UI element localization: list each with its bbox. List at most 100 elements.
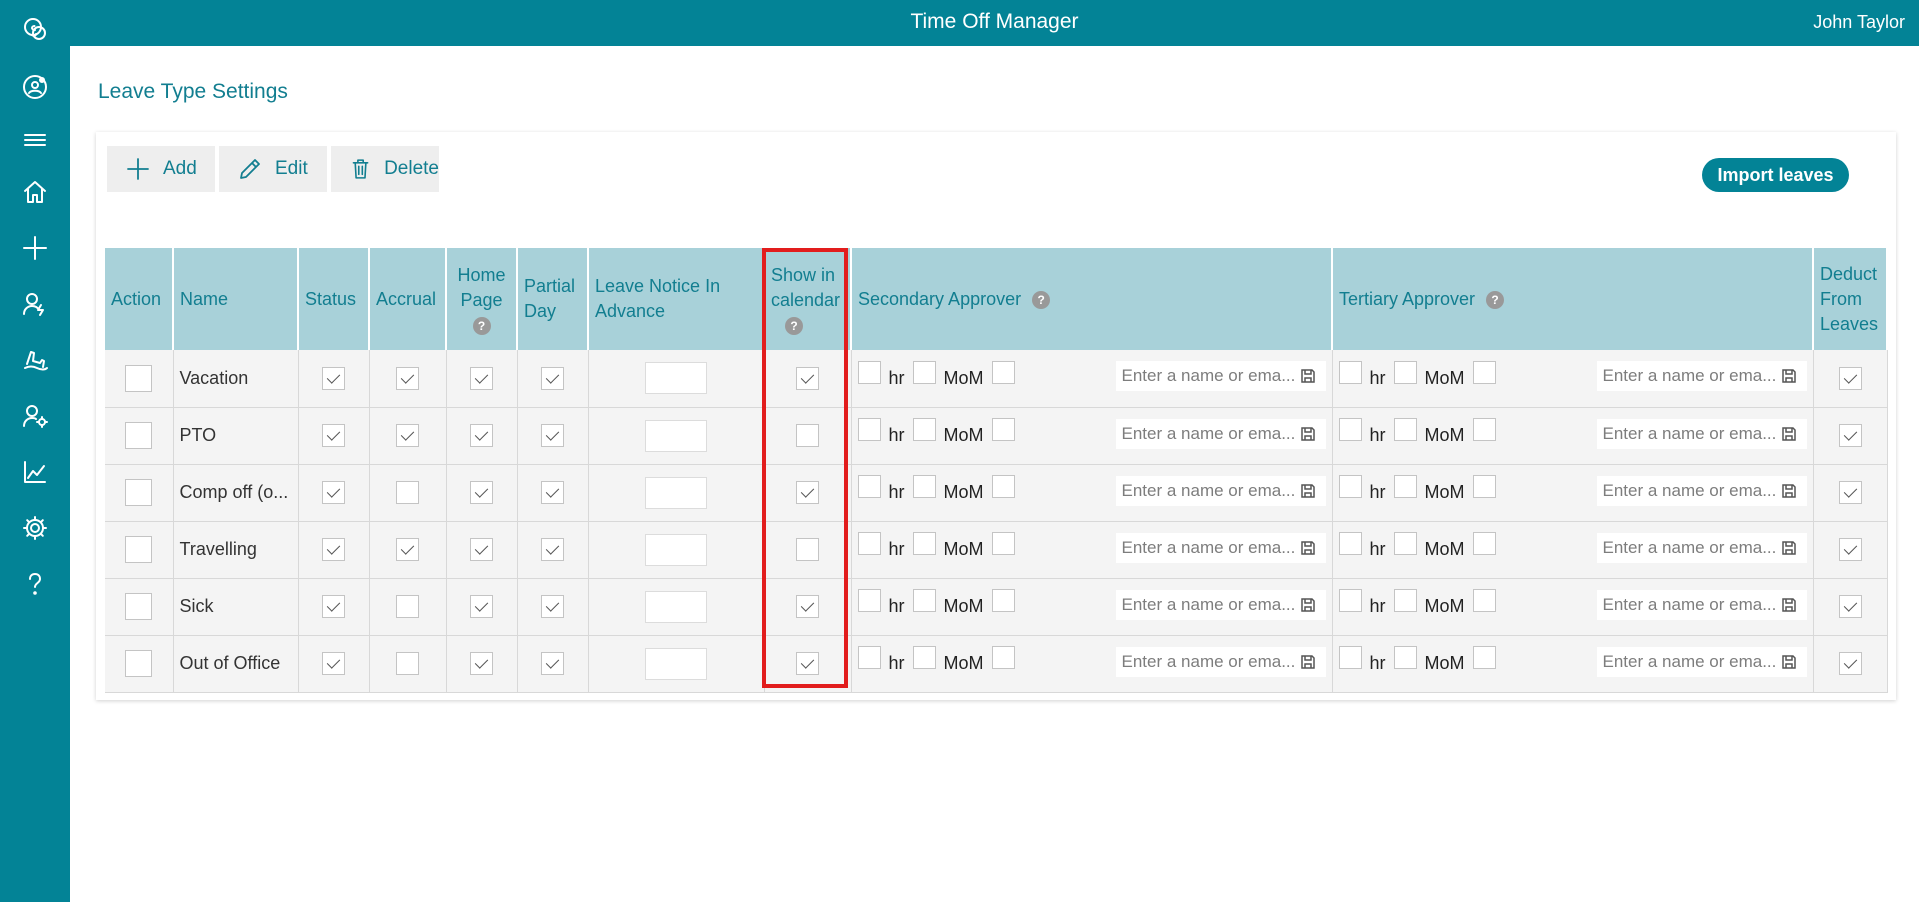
secondary-approver-input[interactable] bbox=[1115, 361, 1296, 392]
tertiary-mom-checkbox[interactable] bbox=[1472, 360, 1496, 384]
save-icon[interactable] bbox=[1300, 426, 1316, 442]
secondary-approver-input[interactable] bbox=[1115, 646, 1296, 677]
show-in-calendar-checkbox[interactable] bbox=[796, 424, 819, 447]
help-icon[interactable] bbox=[12, 564, 58, 604]
teams-icon[interactable] bbox=[12, 67, 58, 107]
status-checkbox[interactable] bbox=[322, 595, 345, 618]
tertiary-mom-checkbox[interactable] bbox=[1472, 475, 1496, 498]
secondary-approver-checkbox[interactable] bbox=[857, 646, 881, 669]
secondary-people-picker[interactable] bbox=[1115, 361, 1326, 392]
secondary-approver-input[interactable] bbox=[1115, 532, 1296, 563]
tertiary-approver-checkbox[interactable] bbox=[1338, 475, 1362, 498]
secondary-mom-checkbox[interactable] bbox=[991, 360, 1015, 384]
tertiary-hr-checkbox[interactable] bbox=[1393, 646, 1417, 669]
tertiary-people-picker[interactable] bbox=[1596, 532, 1807, 563]
save-icon[interactable] bbox=[1300, 540, 1316, 556]
accrual-checkbox[interactable] bbox=[396, 424, 419, 447]
secondary-hr-checkbox[interactable] bbox=[912, 360, 936, 384]
status-checkbox[interactable] bbox=[322, 481, 345, 504]
menu-icon[interactable] bbox=[12, 120, 58, 160]
secondary-mom-checkbox[interactable] bbox=[991, 418, 1015, 441]
tertiary-hr-checkbox[interactable] bbox=[1393, 589, 1417, 612]
tertiary-hr-checkbox[interactable] bbox=[1393, 418, 1417, 441]
tertiary-people-picker[interactable] bbox=[1596, 646, 1807, 677]
secondary-people-picker[interactable] bbox=[1115, 475, 1326, 506]
accrual-checkbox[interactable] bbox=[396, 366, 419, 390]
status-checkbox[interactable] bbox=[322, 538, 345, 561]
secondary-mom-checkbox[interactable] bbox=[991, 589, 1015, 612]
secondary-approver-input[interactable] bbox=[1115, 418, 1296, 449]
tertiary-hr-checkbox[interactable] bbox=[1393, 532, 1417, 555]
row-select-checkbox[interactable] bbox=[125, 479, 153, 506]
chart-icon[interactable] bbox=[12, 452, 58, 492]
save-icon[interactable] bbox=[1781, 597, 1797, 613]
status-checkbox[interactable] bbox=[322, 366, 345, 390]
help-icon[interactable]: ? bbox=[1032, 290, 1051, 309]
sharepoint-icon[interactable] bbox=[12, 10, 58, 50]
tertiary-approver-checkbox[interactable] bbox=[1338, 360, 1362, 384]
home-page-checkbox[interactable] bbox=[470, 538, 493, 561]
secondary-hr-checkbox[interactable] bbox=[912, 646, 936, 669]
import-leaves-button[interactable]: Import leaves bbox=[1702, 158, 1849, 192]
save-icon[interactable] bbox=[1781, 368, 1797, 384]
secondary-hr-checkbox[interactable] bbox=[912, 475, 936, 498]
leave-notice-input[interactable] bbox=[645, 647, 707, 680]
save-icon[interactable] bbox=[1781, 654, 1797, 670]
leave-notice-input[interactable] bbox=[645, 533, 707, 566]
save-icon[interactable] bbox=[1300, 368, 1316, 384]
tertiary-approver-checkbox[interactable] bbox=[1338, 532, 1362, 555]
secondary-approver-checkbox[interactable] bbox=[857, 475, 881, 498]
partial-day-checkbox[interactable] bbox=[541, 424, 564, 447]
secondary-people-picker[interactable] bbox=[1115, 589, 1326, 620]
show-in-calendar-checkbox[interactable] bbox=[796, 481, 819, 504]
status-checkbox[interactable] bbox=[322, 652, 345, 675]
save-icon[interactable] bbox=[1300, 483, 1316, 499]
leave-notice-input[interactable] bbox=[645, 590, 707, 623]
partial-day-checkbox[interactable] bbox=[541, 481, 564, 504]
tertiary-approver-input[interactable] bbox=[1596, 418, 1777, 449]
tertiary-people-picker[interactable] bbox=[1596, 589, 1807, 620]
secondary-approver-input[interactable] bbox=[1115, 589, 1296, 620]
show-in-calendar-checkbox[interactable] bbox=[796, 538, 819, 561]
tertiary-people-picker[interactable] bbox=[1596, 361, 1807, 392]
tertiary-approver-checkbox[interactable] bbox=[1338, 646, 1362, 669]
show-in-calendar-checkbox[interactable] bbox=[796, 595, 819, 618]
secondary-approver-checkbox[interactable] bbox=[857, 360, 881, 384]
accrual-checkbox[interactable] bbox=[396, 481, 419, 504]
row-select-checkbox[interactable] bbox=[125, 536, 153, 563]
tertiary-mom-checkbox[interactable] bbox=[1472, 532, 1496, 555]
leave-notice-input[interactable] bbox=[645, 476, 707, 509]
accrual-checkbox[interactable] bbox=[396, 538, 419, 561]
deduct-checkbox[interactable] bbox=[1838, 424, 1862, 447]
tertiary-approver-input[interactable] bbox=[1596, 589, 1777, 620]
add-icon[interactable] bbox=[12, 228, 58, 268]
secondary-approver-checkbox[interactable] bbox=[857, 418, 881, 441]
help-icon[interactable]: ? bbox=[472, 317, 491, 335]
partial-day-checkbox[interactable] bbox=[541, 538, 564, 561]
deduct-checkbox[interactable] bbox=[1838, 481, 1862, 504]
save-icon[interactable] bbox=[1300, 654, 1316, 670]
save-icon[interactable] bbox=[1781, 426, 1797, 442]
home-icon[interactable] bbox=[12, 172, 58, 212]
partial-day-checkbox[interactable] bbox=[541, 366, 564, 390]
delete-button[interactable]: Delete bbox=[331, 146, 439, 192]
status-checkbox[interactable] bbox=[322, 424, 345, 447]
tertiary-approver-checkbox[interactable] bbox=[1338, 418, 1362, 441]
gear-icon[interactable] bbox=[12, 508, 58, 548]
user-name[interactable]: John Taylor bbox=[1813, 12, 1905, 33]
accrual-checkbox[interactable] bbox=[396, 652, 419, 675]
secondary-hr-checkbox[interactable] bbox=[912, 589, 936, 612]
tertiary-approver-checkbox[interactable] bbox=[1338, 589, 1362, 612]
deduct-checkbox[interactable] bbox=[1838, 652, 1862, 675]
user-leave-icon[interactable] bbox=[12, 284, 58, 324]
secondary-mom-checkbox[interactable] bbox=[991, 646, 1015, 669]
user-settings-icon[interactable] bbox=[12, 396, 58, 436]
tertiary-hr-checkbox[interactable] bbox=[1393, 475, 1417, 498]
help-icon[interactable]: ? bbox=[785, 317, 803, 335]
home-page-checkbox[interactable] bbox=[470, 424, 493, 447]
secondary-mom-checkbox[interactable] bbox=[991, 475, 1015, 498]
save-icon[interactable] bbox=[1300, 597, 1316, 613]
travel-icon[interactable] bbox=[12, 340, 58, 380]
row-select-checkbox[interactable] bbox=[125, 593, 153, 620]
tertiary-approver-input[interactable] bbox=[1596, 646, 1777, 677]
